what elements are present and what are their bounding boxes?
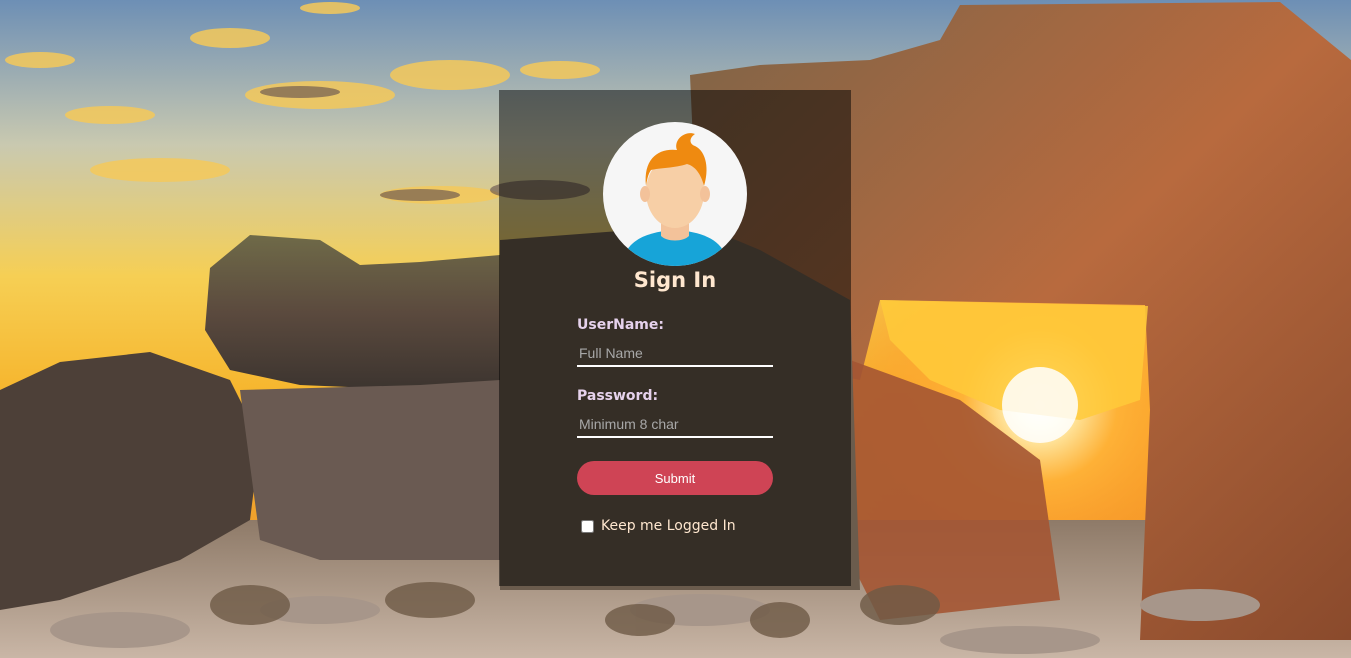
password-input[interactable] bbox=[577, 412, 773, 438]
password-label: Password: bbox=[577, 388, 659, 404]
submit-button[interactable]: Submit bbox=[577, 461, 773, 495]
remember-me[interactable]: Keep me Logged In bbox=[581, 518, 736, 534]
sign-in-title: Sign In bbox=[633, 268, 717, 292]
remember-me-checkbox[interactable] bbox=[581, 519, 594, 533]
sign-in-panel: Sign In UserName: Password: Submit Keep … bbox=[499, 90, 851, 586]
remember-me-label: Keep me Logged In bbox=[601, 518, 736, 534]
user-avatar-icon bbox=[603, 122, 747, 266]
username-input[interactable] bbox=[577, 341, 773, 367]
username-label: UserName: bbox=[577, 317, 664, 333]
